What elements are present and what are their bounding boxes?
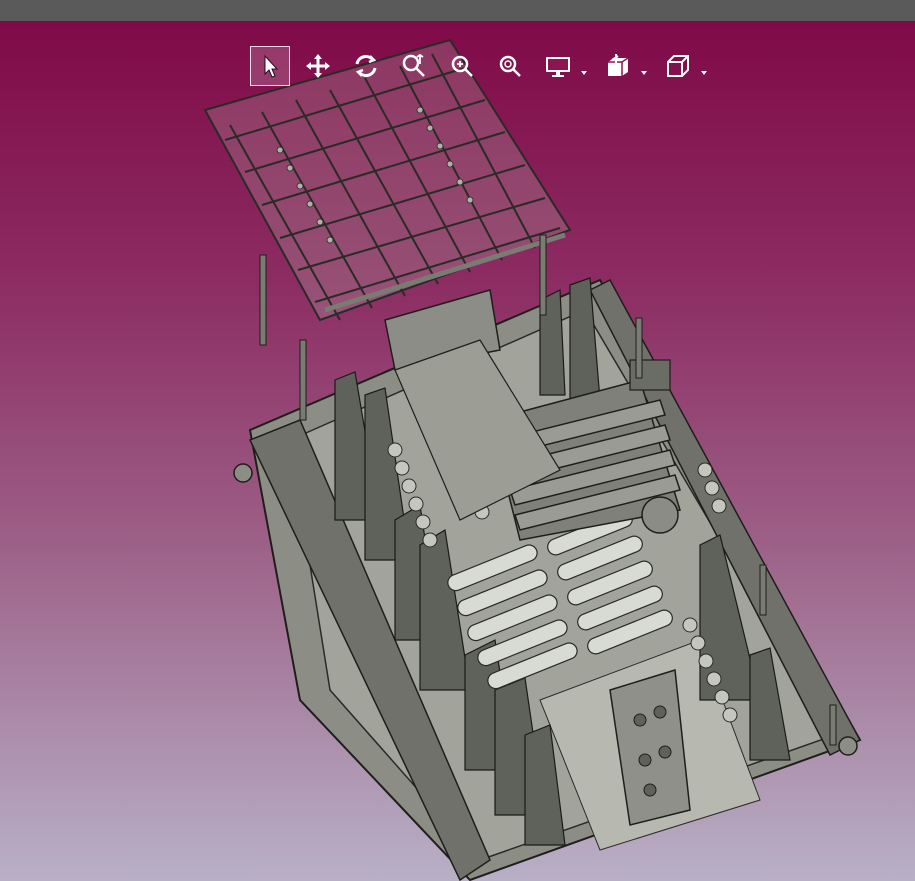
- view-toolbar: [250, 46, 707, 86]
- title-bar: [0, 0, 915, 21]
- pointer-icon: [264, 54, 279, 78]
- rotate-button[interactable]: [346, 46, 386, 86]
- section-button[interactable]: [598, 46, 647, 86]
- chevron-down-icon[interactable]: [700, 62, 708, 81]
- move-arrows-icon: [306, 54, 330, 78]
- display-button[interactable]: [538, 46, 587, 86]
- chevron-down-icon[interactable]: [580, 62, 588, 81]
- zoom-box-icon: [402, 53, 425, 77]
- cad-model-render: [203, 38, 862, 881]
- pan-button[interactable]: [298, 46, 338, 86]
- monitor-icon: [546, 57, 570, 77]
- chevron-down-icon[interactable]: [640, 62, 648, 81]
- zoom-fit-icon: [451, 55, 473, 77]
- zoom-fit-button[interactable]: [442, 46, 482, 86]
- zoom-icon: [499, 55, 521, 77]
- view-orientation-button[interactable]: [658, 46, 707, 86]
- section-box-icon: [608, 54, 629, 76]
- ear-left: [233, 463, 253, 483]
- zoom-button[interactable]: [490, 46, 530, 86]
- select-button[interactable]: [250, 46, 290, 86]
- cube-icon: [667, 55, 689, 77]
- rotate-icon: [355, 55, 377, 77]
- zoom-window-button[interactable]: [394, 46, 434, 86]
- 3d-viewport[interactable]: [0, 21, 915, 881]
- bearing: [641, 496, 679, 534]
- ear-right: [838, 736, 858, 756]
